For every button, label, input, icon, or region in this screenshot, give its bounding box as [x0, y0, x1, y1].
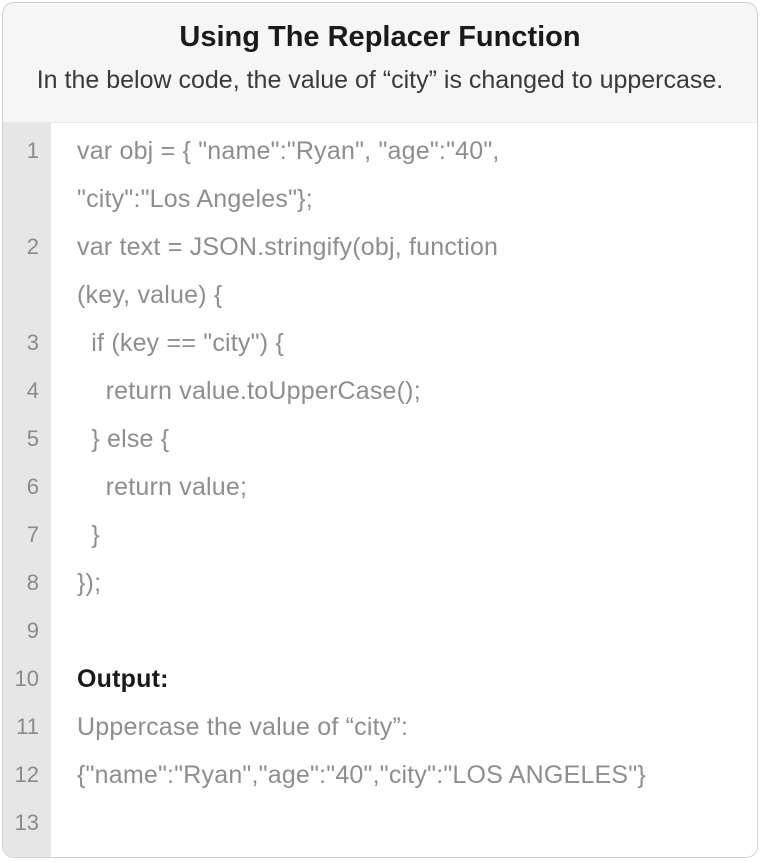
line-number: 12 — [3, 751, 51, 799]
code-line: var text = JSON.stringify(obj, function — [77, 223, 737, 271]
code-line: } else { — [77, 415, 737, 463]
line-number: 7 — [3, 511, 51, 559]
code-line-wrap: "city":"Los Angeles"}; — [77, 175, 737, 223]
line-number-gutter: 1 2 3 4 5 6 7 8 9 10 11 12 13 14 — [3, 123, 51, 859]
line-number: 4 — [3, 367, 51, 415]
line-number-blank — [3, 271, 51, 319]
line-number: 11 — [3, 703, 51, 751]
line-number: 6 — [3, 463, 51, 511]
code-line: return value.toUpperCase(); — [77, 367, 737, 415]
line-number-blank — [3, 175, 51, 223]
line-number: 8 — [3, 559, 51, 607]
card-title: Using The Replacer Function — [23, 21, 737, 54]
code-content: var obj = { "name":"Ryan", "age":"40", "… — [51, 123, 757, 859]
code-line — [77, 607, 737, 655]
line-number: 5 — [3, 415, 51, 463]
code-area: 1 2 3 4 5 6 7 8 9 10 11 12 13 14 var obj… — [3, 123, 757, 859]
code-line: return value; — [77, 463, 737, 511]
line-number: 3 — [3, 319, 51, 367]
code-line: var obj = { "name":"Ryan", "age":"40", — [77, 127, 737, 175]
code-line — [77, 799, 737, 847]
header-section: Using The Replacer Function In the below… — [3, 3, 757, 123]
code-line: Uppercase the value of “city”: — [77, 703, 737, 751]
output-label: Output: — [77, 665, 169, 693]
code-line: if (key == "city") { — [77, 319, 737, 367]
line-number: 13 — [3, 799, 51, 847]
line-number: 9 — [3, 607, 51, 655]
code-line: {"name":"Ryan","age":"40","city":"LOS AN… — [77, 751, 737, 799]
code-line-wrap: (key, value) { — [77, 271, 737, 319]
code-line — [77, 847, 737, 859]
code-line-output-label: Output: — [77, 655, 737, 703]
card-subtitle: In the below code, the value of “city” i… — [30, 62, 730, 100]
code-line: } — [77, 511, 737, 559]
line-number: 14 — [3, 847, 51, 859]
line-number: 2 — [3, 223, 51, 271]
code-example-card: Using The Replacer Function In the below… — [2, 2, 758, 858]
line-number: 1 — [3, 127, 51, 175]
code-line: }); — [77, 559, 737, 607]
line-number: 10 — [3, 655, 51, 703]
